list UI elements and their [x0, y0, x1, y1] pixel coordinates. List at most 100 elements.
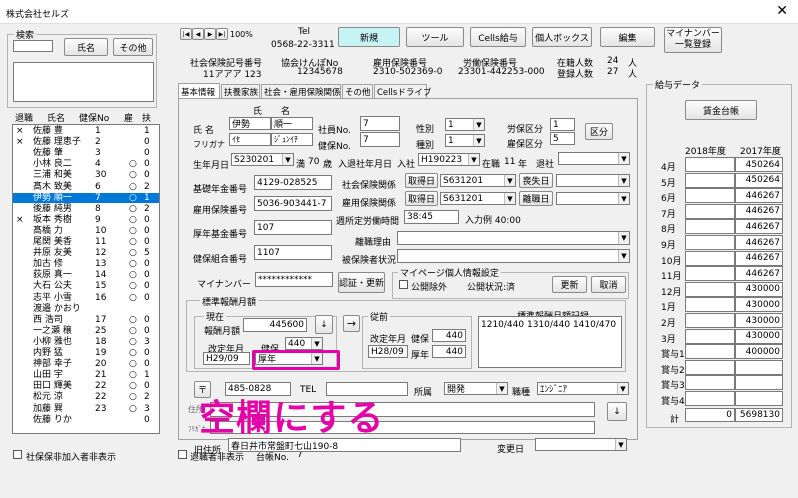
salary-2018-cell[interactable]	[685, 266, 735, 282]
zip-input[interactable]: 485-0828	[225, 382, 291, 396]
list-item[interactable]: 髙橋 力 10 ○ 0	[13, 226, 159, 236]
search-memo-area[interactable]	[13, 62, 154, 102]
salary-2018-cell[interactable]	[685, 219, 735, 235]
join-select[interactable]: H190223 ▼	[418, 153, 480, 166]
insured-status-select[interactable]: ▼	[397, 249, 630, 263]
salary-2017-cell[interactable]: 446267	[735, 188, 783, 204]
list-item[interactable]: 井原 友美 12 ○ 5	[13, 248, 159, 258]
std-monthly-input[interactable]: 445600	[243, 318, 307, 332]
nav-prev-button[interactable]: ◀	[192, 28, 204, 40]
list-item[interactable]: 加藤 巽 23 ○ 3	[13, 404, 159, 414]
list-item[interactable]: × 佐藤 豊 1 1	[13, 126, 159, 136]
birth-select[interactable]: S230201 ▼	[231, 153, 294, 166]
search-name-button[interactable]: 氏名	[64, 38, 108, 56]
empins-acquire-button[interactable]: 取得日	[405, 191, 438, 206]
change-date-select[interactable]: ▼	[535, 438, 627, 451]
mp-cancel-button[interactable]: 取消	[591, 276, 626, 293]
salary-2017-cell[interactable]	[735, 375, 783, 391]
salary-2018-cell[interactable]	[685, 391, 735, 406]
mp-update-button[interactable]: 更新	[552, 276, 587, 293]
week-input[interactable]: 38:45	[404, 210, 459, 224]
employee-list[interactable]: × 佐藤 豊 1 1 × 佐藤 理恵子 2 0 佐藤 肇 3 0 小林 良二 4 ○ 0 三浦 和美 30 ○ 0 髙…	[12, 124, 160, 434]
empins-input[interactable]: 5036-903441-7	[254, 196, 332, 211]
salary-2017-cell[interactable]: 446267	[735, 203, 783, 219]
auth-update-button[interactable]: 認証・更新	[338, 272, 385, 293]
list-item[interactable]: 内野 猛 19 ○ 0	[13, 348, 159, 358]
salary-2017-cell[interactable]: 446267	[735, 250, 783, 266]
salary-2018-cell[interactable]	[685, 235, 735, 250]
edit-button[interactable]: 編集	[600, 27, 655, 47]
pension-input[interactable]: 4129-028525	[254, 175, 332, 190]
salary-2018-cell[interactable]	[685, 344, 735, 360]
salary-2018-cell[interactable]	[685, 281, 735, 297]
list-item[interactable]: 田口 輝美 22 ○ 0	[13, 381, 159, 391]
kumiai-input[interactable]: 1107	[254, 245, 332, 260]
nav-last-button[interactable]: ▶|	[216, 28, 228, 40]
list-item[interactable]: 後藤 純男 8 ○ 2	[13, 204, 159, 214]
mynumber-button[interactable]: マイナンバー 一覧登録	[664, 27, 722, 53]
emp-ins-input[interactable]: 5	[550, 132, 575, 145]
salary-2018-cell[interactable]	[685, 313, 735, 328]
nav-next-button[interactable]: ▶	[204, 28, 216, 40]
dept-select[interactable]: 開発 ▼	[444, 382, 508, 395]
personal-box-button[interactable]: 個人ボックス	[532, 27, 592, 47]
salary-2017-cell[interactable]: 430000	[735, 328, 783, 344]
mei-input[interactable]: 順一	[271, 117, 313, 130]
salary-2017-cell[interactable]: 446267	[735, 235, 783, 250]
address-down-button[interactable]: ↓	[607, 402, 627, 421]
salary-2018-cell[interactable]	[685, 297, 735, 313]
list-item[interactable]: 佐藤 肇 3 0	[13, 148, 159, 158]
kubun-button[interactable]: 区分	[585, 123, 613, 140]
salary-2018-cell[interactable]	[685, 250, 735, 266]
class-select[interactable]: 1 ▼	[445, 134, 485, 147]
list-item[interactable]: 髙木 致美 6 ○ 2	[13, 182, 159, 192]
salary-2017-cell[interactable]: 400000	[735, 344, 783, 360]
salary-2017-cell[interactable]: 430000	[735, 297, 783, 313]
mynumber-input[interactable]: ************	[255, 272, 333, 287]
resign-reason-select[interactable]: ▼	[397, 231, 630, 245]
kenpo-val-select[interactable]: 440 ▼	[285, 337, 323, 350]
list-item[interactable]: 小林 良二 4 ○ 0	[13, 159, 159, 169]
job-select[interactable]: ｴﾝｼﾞﾆｱ ▼	[537, 382, 629, 395]
tab-cells-drive[interactable]: Cellsドライブ	[374, 84, 431, 99]
nenkin-input[interactable]: 107	[254, 220, 332, 235]
social-loss-button[interactable]: 喪失日	[519, 173, 553, 188]
empins-date-select[interactable]: S631201 ▼	[440, 192, 516, 205]
new-button[interactable]: 新規	[338, 27, 400, 47]
social-unjoined-hidden-checkbox[interactable]	[13, 450, 22, 459]
tab-insurance[interactable]: 社会・雇用保険関係	[261, 84, 341, 99]
social-acquire-button[interactable]: 取得日	[405, 173, 438, 188]
tab-basic[interactable]: 基本情報	[178, 83, 220, 99]
list-item[interactable]: 山田 宇 21 ○ 1	[13, 370, 159, 380]
list-item[interactable]: 神部 幸子 20 ○ 0	[13, 359, 159, 369]
kenpo-no-input[interactable]: 7	[360, 132, 400, 147]
search-input[interactable]	[13, 40, 53, 52]
empins-leave-button[interactable]: 離職日	[519, 191, 553, 206]
revision-input[interactable]: H29/09	[203, 352, 250, 365]
tel2-input[interactable]	[326, 382, 408, 396]
prev-kenpo-input[interactable]: 440	[432, 329, 466, 342]
salary-2017-cell[interactable]	[735, 359, 783, 375]
list-item[interactable]: 佐藤 りか 0	[13, 415, 159, 425]
salary-2018-cell[interactable]	[685, 157, 735, 172]
history-box[interactable]: 1210/440 1310/440 1410/470	[478, 316, 622, 368]
list-item[interactable]: 三浦 和美 30 ○ 0	[13, 170, 159, 180]
salary-2017-cell[interactable]	[735, 391, 783, 406]
wage-ledger-button[interactable]: 賃金台帳	[685, 100, 757, 120]
list-item[interactable]: × 佐藤 理恵子 2 0	[13, 137, 159, 147]
salary-2018-cell[interactable]	[685, 188, 735, 204]
std-down-button[interactable]: ↓	[315, 315, 333, 334]
emp-no-input[interactable]: 7	[360, 116, 400, 131]
list-item[interactable]: 一之瀬 穣 25 ○ 0	[13, 326, 159, 336]
list-item[interactable]: 尾関 美香 11 ○ 0	[13, 237, 159, 247]
salary-2018-cell[interactable]	[685, 375, 735, 391]
close-icon[interactable]: ✕	[776, 3, 788, 19]
mei-kana-input[interactable]: ｼﾞｭﾝｲﾁ	[271, 133, 313, 146]
tab-dependents[interactable]: 扶養家族	[221, 84, 260, 99]
prev-revision-input[interactable]: H28/09	[368, 345, 408, 358]
list-item[interactable]: × 坂本 秀樹 9 ○ 0	[13, 215, 159, 225]
prev-kounen-input[interactable]: 440	[432, 345, 466, 358]
salary-2018-cell[interactable]	[685, 359, 735, 375]
sei-kana-input[interactable]: ｲｾ	[229, 133, 271, 146]
gender-select[interactable]: 1 ▼	[445, 118, 485, 131]
